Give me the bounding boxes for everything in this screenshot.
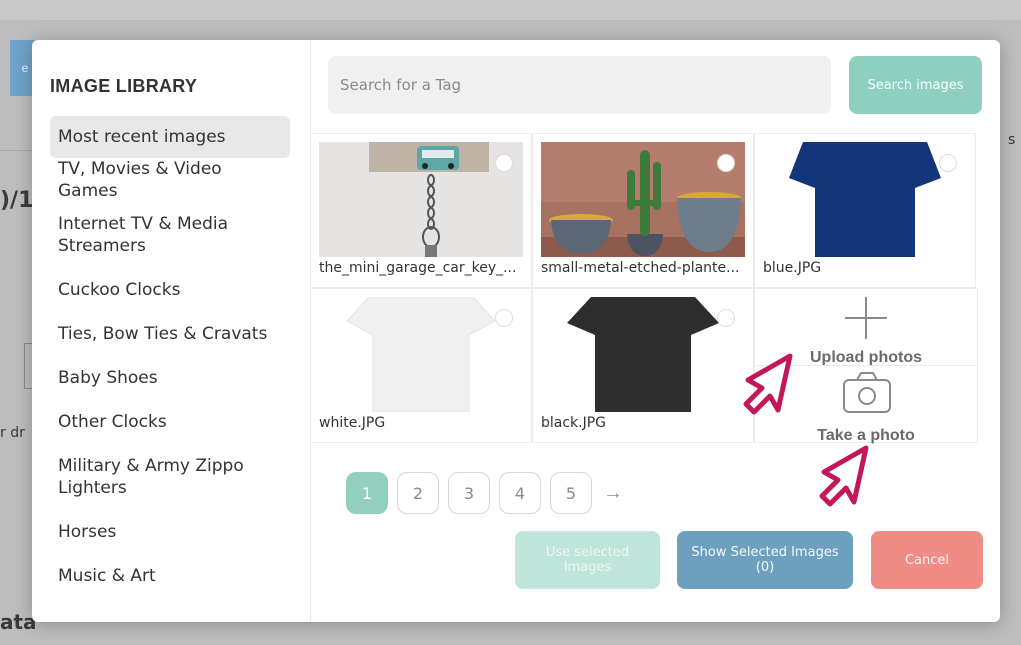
category-music-art[interactable]: Music & Art [50,554,290,598]
category-tv-movies[interactable]: TV, Movies & Video Games [50,158,290,202]
use-selected-images-button[interactable]: Use selected Images [515,531,660,589]
search-bar: Search images [328,56,982,116]
image-library-modal: IMAGE LIBRARY Most recent images TV, Mov… [32,40,1000,622]
select-radio[interactable] [717,154,735,172]
background-divider [0,150,32,151]
image-tile[interactable]: blue.JPG [754,133,976,288]
category-zippo-lighters[interactable]: Military & Army Zippo Lighters [50,444,290,510]
image-tile[interactable]: small-metal-etched-plante... [532,133,754,288]
search-images-button[interactable]: Search images [849,56,982,114]
page-button-4[interactable]: 4 [499,472,541,514]
category-most-recent[interactable]: Most recent images [50,116,290,158]
category-sidebar: IMAGE LIBRARY Most recent images TV, Mov… [32,40,311,622]
image-tile[interactable]: black.JPG [532,288,754,443]
library-title: IMAGE LIBRARY [50,76,198,96]
background-text-left: )/1 [0,188,34,213]
select-radio[interactable] [495,309,513,327]
image-grid: the_mini_garage_car_key_... small-metal-… [310,133,978,444]
camera-icon [843,372,891,413]
select-radio[interactable] [939,154,957,172]
page-button-5[interactable]: 5 [550,472,592,514]
page-button-2[interactable]: 2 [397,472,439,514]
category-baby-shoes[interactable]: Baby Shoes [50,356,290,400]
image-filename: black.JPG [541,415,607,431]
image-filename: small-metal-etched-plante... [541,260,740,276]
take-photo-label: Take a photo [817,427,915,444]
select-radio[interactable] [717,309,735,327]
black-tshirt-image [541,297,745,412]
pointer-cursor-icon [743,353,793,415]
background-text-mid: r dr [0,425,25,441]
category-horses[interactable]: Horses [50,510,290,554]
category-internet-tv[interactable]: Internet TV & Media Streamers [50,202,290,268]
pointer-cursor-icon [819,445,869,507]
image-filename: blue.JPG [763,260,822,276]
image-filename: white.JPG [319,415,386,431]
plus-icon [845,297,887,339]
blue-tshirt-image [763,142,967,257]
background-text-right: s [1008,132,1016,148]
next-page-arrow-icon[interactable]: → [603,482,623,505]
category-other-clocks[interactable]: Other Clocks [50,400,290,444]
page-button-3[interactable]: 3 [448,472,490,514]
image-tile[interactable]: white.JPG [310,288,532,443]
white-tshirt-image [319,297,523,412]
pagination: 1 2 3 4 5 → [346,472,623,514]
image-tile[interactable]: the_mini_garage_car_key_... [310,133,532,288]
cactus-planters-image [541,142,745,257]
page-button-1[interactable]: 1 [346,472,388,514]
tag-search-input[interactable] [328,56,831,114]
cancel-button[interactable]: Cancel [871,531,983,589]
show-selected-images-button[interactable]: Show Selected Images (0) [677,531,853,589]
image-filename: the_mini_garage_car_key_... [319,260,517,276]
car-key-holder-image [319,142,523,257]
select-radio[interactable] [495,154,513,172]
category-ties[interactable]: Ties, Bow Ties & Cravats [50,312,290,356]
category-list: Most recent images TV, Movies & Video Ga… [50,116,290,598]
category-cuckoo-clocks[interactable]: Cuckoo Clocks [50,268,290,312]
